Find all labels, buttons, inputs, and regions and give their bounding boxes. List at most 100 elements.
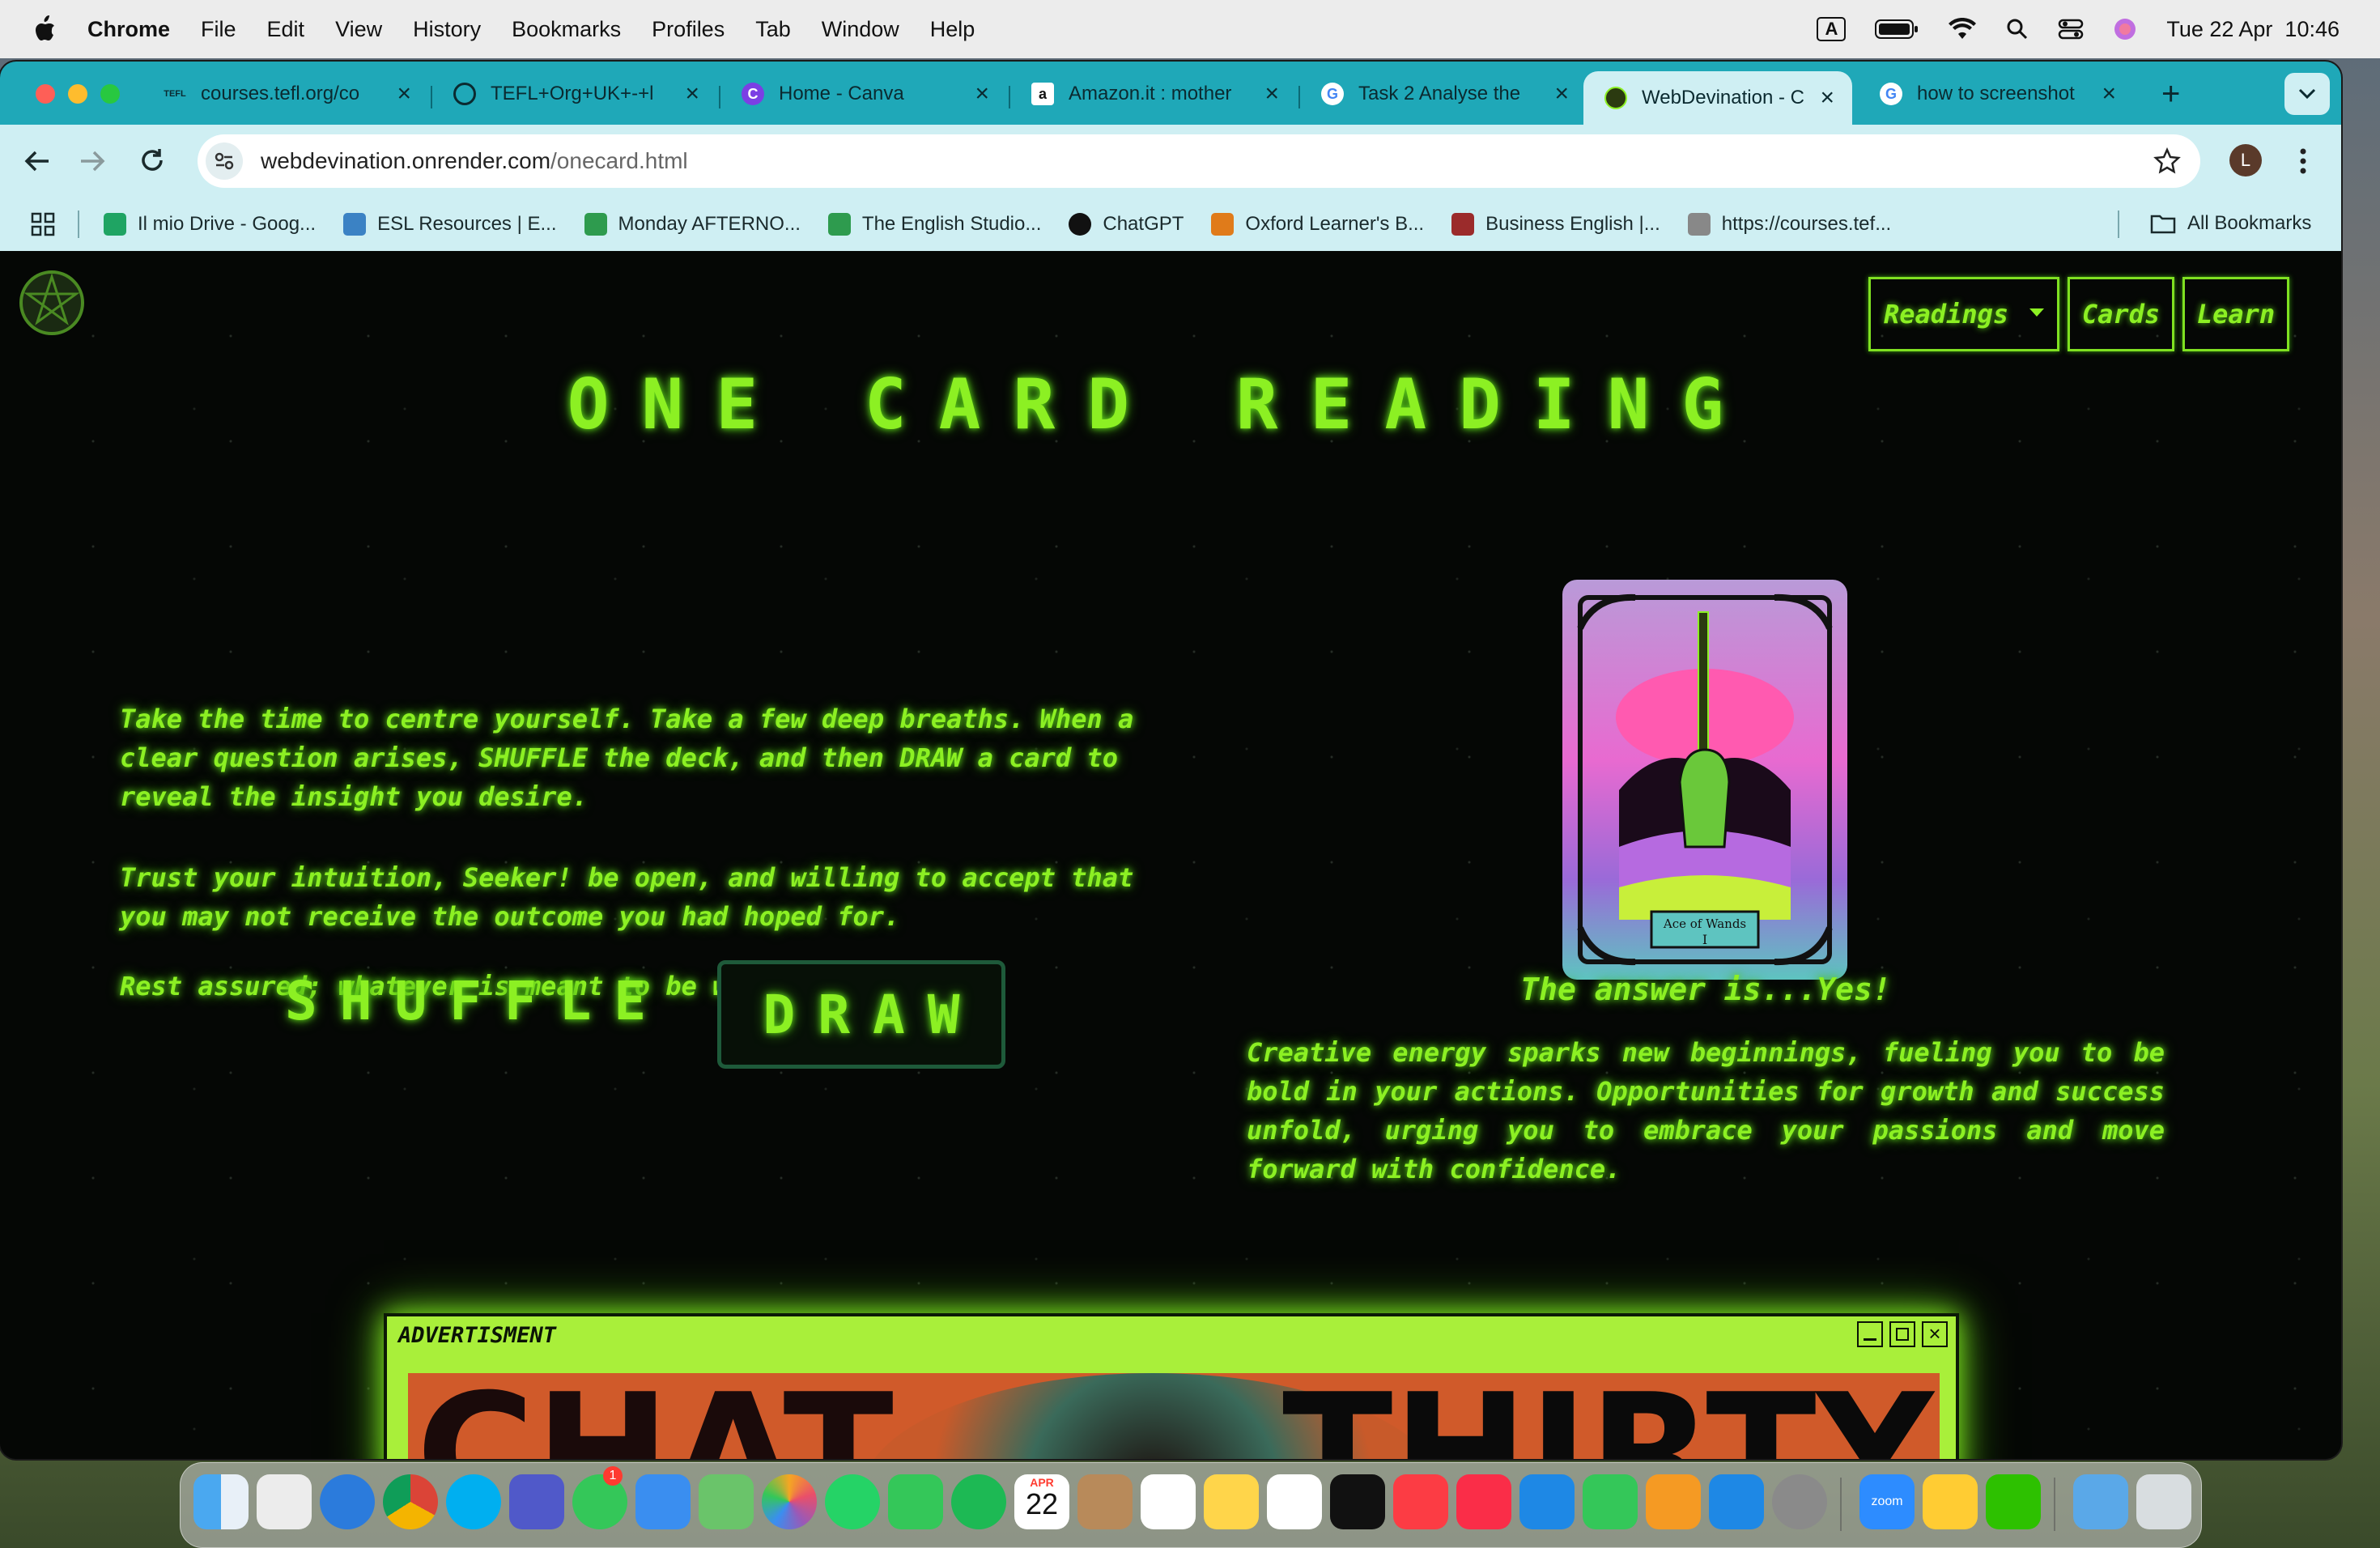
all-bookmarks-folder[interactable]: All Bookmarks: [2150, 212, 2311, 235]
tarot-card-ace-of-wands[interactable]: Ace of Wands I: [1562, 580, 1847, 980]
whatsapp-icon[interactable]: [825, 1474, 880, 1529]
menu-tab[interactable]: Tab: [755, 17, 791, 42]
ad-close-button[interactable]: ×: [1922, 1321, 1948, 1347]
tab-strip: TEFL courses.tefl.org/co × TEFL+Org+UK+-…: [0, 62, 2341, 125]
profile-avatar[interactable]: L: [2229, 144, 2262, 176]
teams-icon[interactable]: [509, 1474, 564, 1529]
bookmark-oxford[interactable]: Oxford Learner's B...: [1211, 213, 1424, 236]
photos-icon[interactable]: [762, 1474, 817, 1529]
reminders-icon[interactable]: [1141, 1474, 1196, 1529]
keynote-icon[interactable]: [1519, 1474, 1575, 1529]
music-icon[interactable]: [1393, 1474, 1448, 1529]
menu-window[interactable]: Window: [822, 17, 899, 42]
close-tab-icon[interactable]: ×: [1820, 84, 1834, 112]
spotify-icon[interactable]: [951, 1474, 1006, 1529]
bookmark-english-studio[interactable]: The English Studio...: [827, 213, 1041, 236]
nav-cards-button[interactable]: Cards: [2068, 277, 2174, 351]
draw-button[interactable]: DRAW: [717, 960, 1005, 1069]
numbers-icon[interactable]: [1583, 1474, 1638, 1529]
bookmark-drive[interactable]: Il mio Drive - Goog...: [104, 213, 316, 236]
launchpad-icon[interactable]: [257, 1474, 312, 1529]
card-meaning: Creative energy sparks new beginnings, f…: [1247, 1037, 2165, 1184]
wifi-icon[interactable]: [1948, 18, 1977, 40]
tab-search-button[interactable]: [2284, 73, 2330, 115]
menu-bar-clock[interactable]: Tue 22 Apr 10:46: [2166, 17, 2340, 42]
pages-icon[interactable]: [1646, 1474, 1701, 1529]
close-window-button[interactable]: [36, 84, 55, 104]
new-tab-button[interactable]: +: [2161, 76, 2180, 113]
downloads-folder-icon[interactable]: [2073, 1474, 2128, 1529]
tab-task-2[interactable]: G Task 2 Analyse the ×: [1300, 71, 1587, 117]
notes-icon[interactable]: [1204, 1474, 1259, 1529]
menu-app-name[interactable]: Chrome: [87, 17, 170, 42]
control-center-icon[interactable]: [2058, 18, 2084, 40]
maps-icon[interactable]: [699, 1474, 754, 1529]
close-tab-icon[interactable]: ×: [1554, 80, 1569, 108]
trash-icon[interactable]: [2136, 1474, 2191, 1529]
calendar-icon[interactable]: APR 22: [1014, 1474, 1069, 1529]
menu-profiles[interactable]: Profiles: [652, 17, 725, 42]
tab-webdevination[interactable]: WebDevination - C ×: [1583, 71, 1852, 125]
menu-help[interactable]: Help: [930, 17, 975, 42]
forward-arrow-icon[interactable]: [79, 149, 105, 173]
spotlight-search-icon[interactable]: [2006, 18, 2029, 40]
bookmark-courses-tefl[interactable]: https://courses.tef...: [1687, 213, 1891, 236]
wechat-icon[interactable]: [1986, 1474, 2041, 1529]
zoom-icon[interactable]: zoom: [1859, 1474, 1915, 1529]
ad-minimize-button[interactable]: [1857, 1321, 1883, 1347]
finder-icon[interactable]: [193, 1474, 249, 1529]
menu-history[interactable]: History: [413, 17, 481, 42]
battery-icon[interactable]: [1875, 19, 1919, 40]
close-tab-icon[interactable]: ×: [1264, 80, 1279, 108]
facetime-icon[interactable]: [888, 1474, 943, 1529]
bookmark-chatgpt[interactable]: ChatGPT: [1069, 213, 1184, 236]
close-tab-icon[interactable]: ×: [2102, 80, 2116, 108]
close-tab-icon[interactable]: ×: [397, 80, 411, 108]
apple-logo-icon[interactable]: [32, 15, 57, 43]
tab-canva[interactable]: C Home - Canva ×: [720, 71, 1007, 117]
ad-maximize-button[interactable]: [1889, 1321, 1915, 1347]
more-menu-icon[interactable]: [2299, 147, 2307, 175]
menu-edit[interactable]: Edit: [267, 17, 305, 42]
shuffle-button[interactable]: SHUFFLE: [285, 970, 669, 1032]
bookmark-star-icon[interactable]: [2153, 147, 2181, 175]
tab-screenshot-search[interactable]: G how to screenshot ×: [1859, 71, 2134, 117]
menu-file[interactable]: File: [201, 17, 236, 42]
apple-tv-icon[interactable]: [1330, 1474, 1385, 1529]
apps-grid-icon[interactable]: [31, 212, 55, 236]
close-tab-icon[interactable]: ×: [685, 80, 699, 108]
ad-banner-text-right: THIRTY: [1282, 1373, 1934, 1459]
input-source-indicator[interactable]: A: [1817, 17, 1847, 41]
contacts-icon[interactable]: [1077, 1474, 1133, 1529]
freeform-icon[interactable]: [1267, 1474, 1322, 1529]
tab-tefl-pdf[interactable]: TEFL+Org+UK+-+l ×: [432, 71, 717, 117]
menu-view[interactable]: View: [335, 17, 382, 42]
crest-icon: [1451, 213, 1475, 236]
site-info-icon[interactable]: [206, 142, 243, 180]
close-tab-icon[interactable]: ×: [975, 80, 989, 108]
ad-banner-image[interactable]: CHAT THIRTY: [408, 1373, 1940, 1459]
siri-icon[interactable]: [2113, 17, 2137, 41]
back-arrow-icon[interactable]: [24, 149, 50, 173]
minimize-window-button[interactable]: [68, 84, 87, 104]
zoom-window-button[interactable]: [100, 84, 120, 104]
pentacle-logo-icon[interactable]: [18, 269, 86, 337]
news-icon[interactable]: [1456, 1474, 1511, 1529]
skype-icon[interactable]: [446, 1474, 501, 1529]
tips-icon[interactable]: [1923, 1474, 1978, 1529]
address-bar[interactable]: webdevination.onrender.com/onecard.html: [198, 134, 2200, 188]
tab-amazon[interactable]: a Amazon.it : mother ×: [1010, 71, 1297, 117]
system-settings-icon[interactable]: [1772, 1474, 1827, 1529]
bookmark-esl-resources[interactable]: ESL Resources | E...: [343, 213, 557, 236]
tab-tefl-courses[interactable]: TEFL courses.tefl.org/co ×: [142, 71, 429, 117]
nav-learn-button[interactable]: Learn: [2182, 277, 2289, 351]
chrome-icon[interactable]: [383, 1474, 438, 1529]
mail-icon[interactable]: [635, 1474, 691, 1529]
safari-icon[interactable]: [320, 1474, 375, 1529]
reload-icon[interactable]: [139, 147, 165, 173]
bookmark-business-english[interactable]: Business English |...: [1451, 213, 1660, 236]
bookmark-monday-afternoon[interactable]: Monday AFTERNO...: [584, 213, 801, 236]
nav-readings-dropdown[interactable]: Readings: [1868, 277, 2059, 351]
menu-bookmarks[interactable]: Bookmarks: [512, 17, 621, 42]
app-store-icon[interactable]: [1709, 1474, 1764, 1529]
